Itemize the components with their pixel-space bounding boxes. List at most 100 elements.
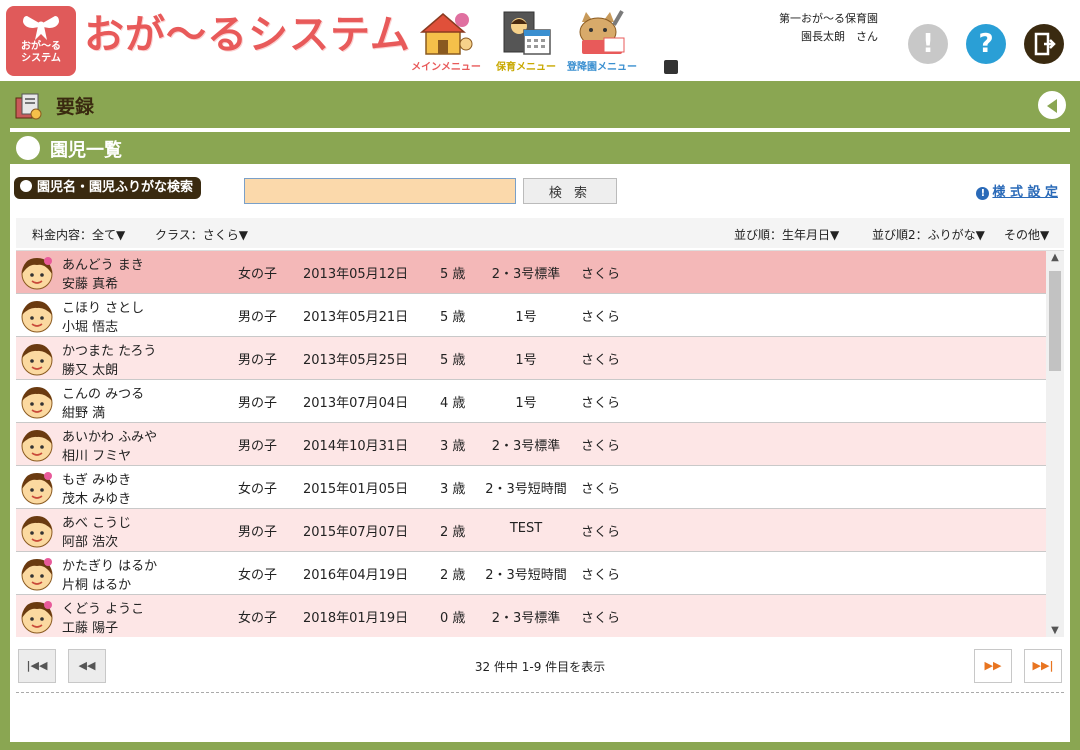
- attendance-menu-button[interactable]: 登降園メニュー: [566, 8, 638, 78]
- facility-name: 第一おが〜る保育園: [779, 12, 878, 25]
- search-label: 園児名・園児ふりがな検索: [14, 177, 202, 199]
- search-label-text: 園児名・園児ふりがな検索: [37, 180, 194, 195]
- child-kana: あいかわ ふみや: [62, 430, 158, 445]
- child-class: さくら: [581, 611, 621, 626]
- child-gender: 女の子: [238, 568, 278, 583]
- childcare-menu-button[interactable]: 保育メニュー: [490, 8, 562, 78]
- child-row[interactable]: もぎ みゆき 茂木 みゆき 女の子 2015年01月05日 3 歳 2・3号短時間 さくら: [16, 466, 1046, 509]
- sort1-filter[interactable]: 並び順：生年月日▼: [734, 226, 839, 243]
- next-page-icon: ▶▶: [984, 659, 1002, 672]
- child-age: 0 歳: [440, 611, 466, 626]
- child-age: 5 歳: [440, 310, 466, 325]
- app-title: おが〜るシステム: [84, 12, 411, 58]
- child-name: 茂木 みゆき: [62, 492, 132, 507]
- info-icon: !: [976, 187, 990, 200]
- attendance-menu-label: 登降園メニュー: [567, 62, 637, 73]
- child-class: さくら: [581, 482, 621, 497]
- child-name: 安藤 真希: [62, 277, 119, 292]
- style-settings-link[interactable]: ! 様 式 設 定: [976, 181, 1058, 200]
- last-page-button[interactable]: ▶▶|: [1024, 649, 1062, 683]
- main-menu-label: メインメニュー: [411, 62, 481, 73]
- child-birthdate: 2015年01月05日: [303, 482, 409, 497]
- logout-icon[interactable]: [1024, 24, 1064, 64]
- section-title: 要録: [56, 96, 95, 118]
- child-row[interactable]: くどう ようこ 工藤 陽子 女の子 2018年01月19日 0 歳 2・3号標準 さくら: [16, 595, 1046, 637]
- child-row[interactable]: あんどう まき 安藤 真希 女の子 2013年05月12日 5 歳 2・3号標準 さくら: [16, 251, 1046, 294]
- child-class: さくら: [581, 353, 621, 368]
- scroll-up-icon[interactable]: ▲: [1046, 251, 1064, 265]
- app-logo[interactable]: おが〜る システム: [6, 6, 76, 76]
- child-row[interactable]: あべ こうじ 阿部 浩次 男の子 2015年07月07日 2 歳 TEST さくら: [16, 509, 1046, 552]
- child-name: 紺野 満: [62, 406, 106, 421]
- child-gender: 男の子: [238, 353, 278, 368]
- cat-card-icon: [579, 10, 625, 54]
- next-page-button[interactable]: ▶▶: [974, 649, 1012, 683]
- child-fee: 2・3号短時間: [485, 482, 567, 497]
- children-panel: 園児一覧 園児名・園児ふりがな検索 検 索 ! 様 式 設 定 料金内容：全て▼ …: [10, 128, 1070, 742]
- alert-icon[interactable]: !: [908, 24, 948, 64]
- search-button[interactable]: 検 索: [523, 178, 617, 204]
- ribbon-icon: [23, 16, 59, 40]
- child-gender: 女の子: [238, 611, 278, 626]
- girl-avatar-icon: [21, 257, 53, 290]
- scroll-down-icon[interactable]: ▼: [1046, 624, 1064, 637]
- child-row[interactable]: こほり さとし 小堀 悟志 男の子 2013年05月21日 5 歳 1号 さくら: [16, 294, 1046, 337]
- user-info: 第一おが〜る保育園 園長太朗 さん: [664, 10, 886, 56]
- scrollbar-thumb[interactable]: [1049, 271, 1061, 371]
- calendar-icon: [503, 11, 551, 55]
- child-class: さくら: [581, 267, 621, 282]
- help-icon[interactable]: ?: [966, 24, 1006, 64]
- panel-header: 園児一覧: [10, 132, 1070, 164]
- main-menu-button[interactable]: メインメニュー: [410, 8, 482, 78]
- child-class: さくら: [581, 396, 621, 411]
- child-age: 3 歳: [440, 439, 466, 454]
- boy-avatar-icon: [21, 344, 53, 376]
- fee-filter[interactable]: 料金内容：全て▼: [32, 226, 125, 243]
- girl-avatar-icon: [21, 558, 53, 591]
- boy-avatar-icon: [21, 387, 53, 419]
- other-filter[interactable]: その他▼: [1004, 226, 1049, 243]
- child-name: 勝又 太朗: [62, 363, 119, 378]
- home-small-icon[interactable]: [664, 60, 678, 74]
- child-name: 阿部 浩次: [62, 535, 119, 550]
- child-row[interactable]: かつまた たろう 勝又 太朗 男の子 2013年05月25日 5 歳 1号 さくら: [16, 337, 1046, 380]
- list-scrollbar[interactable]: ▲ ▼: [1046, 251, 1064, 637]
- child-fee: 1号: [515, 310, 537, 325]
- child-age: 4 歳: [440, 396, 466, 411]
- sort2-filter[interactable]: 並び順2：ふりがな▼: [872, 226, 985, 243]
- child-name: 片桐 はるか: [62, 578, 132, 593]
- child-gender: 男の子: [238, 396, 278, 411]
- panel-title: 園児一覧: [50, 140, 122, 161]
- class-filter[interactable]: クラス：さくら▼: [155, 226, 248, 243]
- child-row[interactable]: あいかわ ふみや 相川 フミヤ 男の子 2014年10月31日 3 歳 2・3号標準 さくら: [16, 423, 1046, 466]
- back-button[interactable]: [1036, 89, 1068, 121]
- last-page-icon: ▶▶|: [1032, 659, 1054, 672]
- child-kana: あべ こうじ: [62, 516, 132, 531]
- girl-avatar-icon: [21, 601, 53, 634]
- child-birthdate: 2016年04月19日: [303, 568, 409, 583]
- door-icon: [1034, 32, 1056, 56]
- children-list: あんどう まき 安藤 真希 女の子 2013年05月12日 5 歳 2・3号標準 さくら こほ…: [16, 250, 1064, 637]
- child-birthdate: 2018年01月19日: [303, 611, 409, 626]
- child-class: さくら: [581, 439, 621, 454]
- child-row[interactable]: こんの みつる 紺野 満 男の子 2013年07月04日 4 歳 1号 さくら: [16, 380, 1046, 423]
- boy-avatar-icon: [21, 301, 53, 333]
- girl-avatar-icon: [21, 472, 53, 505]
- section-bar: 要録: [0, 84, 1080, 126]
- child-kana: かつまた たろう: [62, 344, 157, 359]
- child-kana: こほり さとし: [62, 301, 145, 316]
- child-birthdate: 2013年07月04日: [303, 396, 409, 411]
- filter-bar: 料金内容：全て▼ クラス：さくら▼ 並び順：生年月日▼ 並び順2：ふりがな▼ そ…: [16, 218, 1064, 248]
- record-book-icon: [15, 93, 42, 120]
- child-name: 相川 フミヤ: [62, 449, 132, 464]
- house-icon: [419, 13, 473, 55]
- child-name: 小堀 悟志: [62, 320, 119, 335]
- child-gender: 男の子: [238, 439, 278, 454]
- child-row[interactable]: かたぎり はるか 片桐 はるか 女の子 2016年04月19日 2 歳 2・3号短時間 さく…: [16, 552, 1046, 595]
- boy-avatar-icon: [21, 430, 53, 462]
- child-age: 3 歳: [440, 482, 466, 497]
- search-input[interactable]: [244, 178, 516, 204]
- style-settings-label: 様 式 設 定: [992, 185, 1058, 200]
- child-fee: 2・3号標準: [491, 267, 561, 282]
- child-birthdate: 2015年07月07日: [303, 525, 409, 540]
